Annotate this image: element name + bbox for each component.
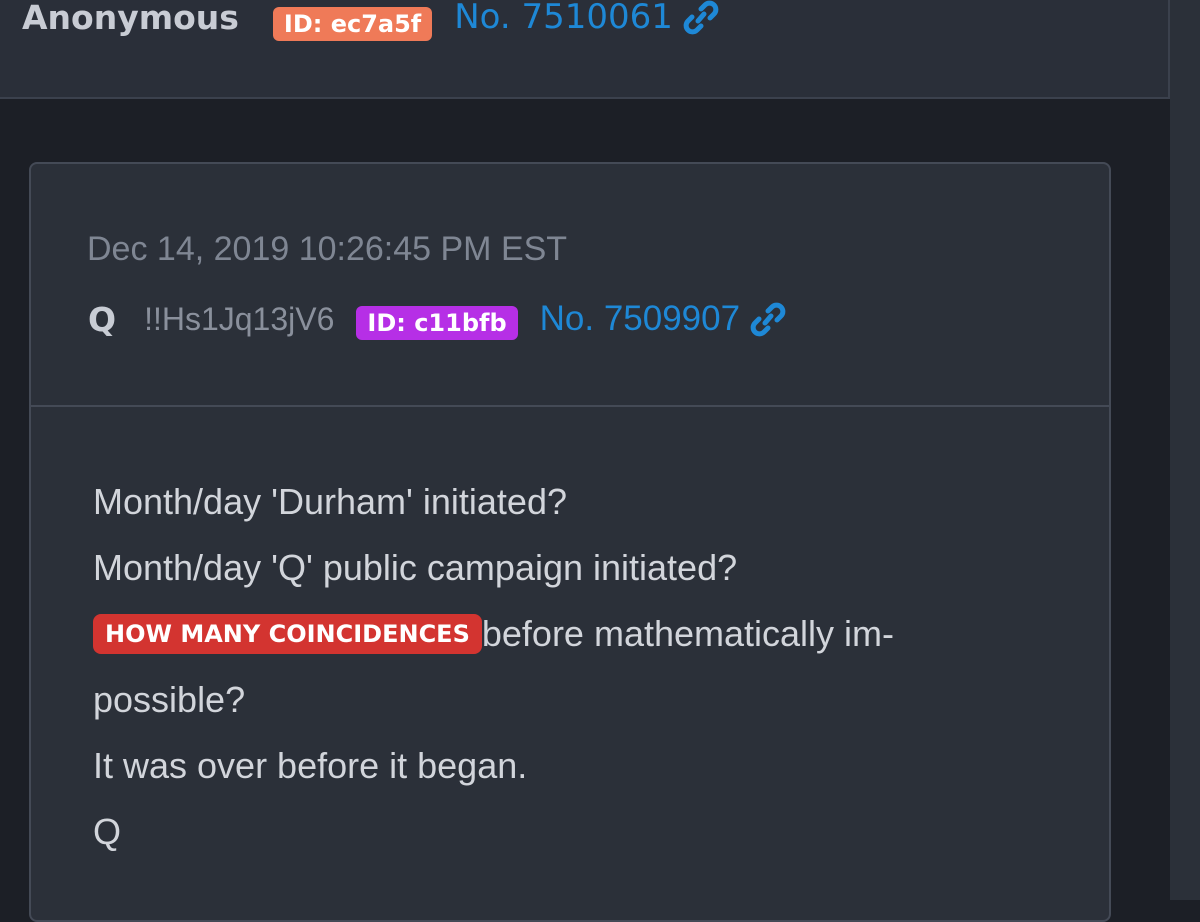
- quoted-post-header: Dec 14, 2019 10:26:45 PM EST Q !!Hs1Jq13…: [31, 164, 1109, 407]
- post-signature: Q: [93, 811, 122, 852]
- scroll-gutter: [1170, 0, 1200, 900]
- top-post-header: Anonymous ID: ec7a5f No. 7510061: [0, 0, 1170, 99]
- post-body-line: Month/day 'Q' public campaign initiated?: [93, 547, 738, 588]
- post-body: Month/day 'Durham' initiated? Month/day …: [93, 469, 1053, 865]
- post-body-line: Month/day 'Durham' initiated?: [93, 481, 567, 522]
- quoted-post-meta: Q !!Hs1Jq13jV6 ID: c11bfb No. 7509907: [88, 294, 788, 344]
- poster-id-badge[interactable]: ID: ec7a5f: [272, 7, 433, 41]
- post-number-link[interactable]: No. 7509907: [540, 299, 740, 339]
- quoted-post-card: Dec 14, 2019 10:26:45 PM EST Q !!Hs1Jq13…: [29, 162, 1111, 922]
- link-icon[interactable]: [681, 0, 721, 35]
- post-body-line: HOW MANY COINCIDENCES before mathematical…: [93, 601, 1053, 667]
- poster-id-badge[interactable]: ID: c11bfb: [356, 306, 518, 340]
- post-body-line: It was over before it began.: [93, 745, 528, 786]
- post-timestamp: Dec 14, 2019 10:26:45 PM EST: [87, 230, 568, 268]
- author-name: Q: [88, 299, 117, 339]
- post-body-line: possible?: [93, 679, 246, 720]
- highlight-badge: HOW MANY COINCIDENCES: [93, 614, 482, 654]
- author-name: Anonymous: [22, 0, 239, 37]
- post-body-text: before mathematically im-: [481, 613, 895, 654]
- post-number-link[interactable]: No. 7510061: [454, 0, 673, 37]
- tripcode: !!Hs1Jq13jV6: [144, 300, 335, 337]
- top-post-meta: Anonymous ID: ec7a5f No. 7510061: [22, 0, 721, 42]
- link-icon[interactable]: [748, 301, 788, 337]
